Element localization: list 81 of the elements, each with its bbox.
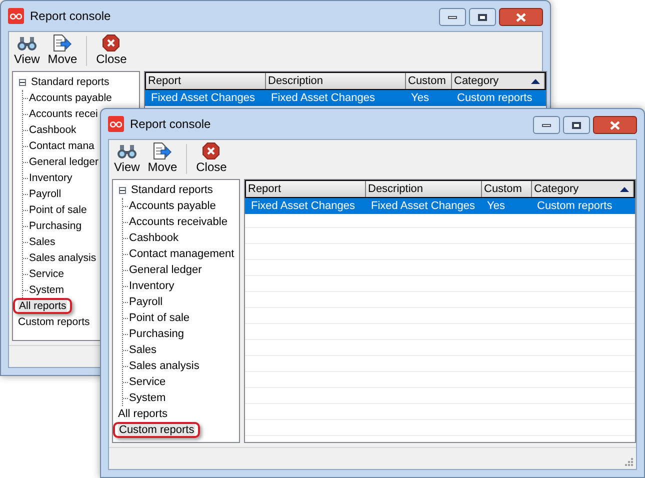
tree-item[interactable]: All reports	[18, 300, 68, 312]
tree-item[interactable]: Contact mana	[28, 138, 96, 154]
tree-item[interactable]: Cashbook	[28, 122, 78, 138]
tree-item[interactable]: Payroll	[128, 294, 164, 310]
column-header[interactable]: Description	[366, 181, 482, 197]
table-cell-text: Yes	[486, 199, 506, 214]
table-cell-text: Fixed Asset Changes	[150, 91, 256, 106]
window-title: Report console	[130, 116, 211, 133]
tree-item[interactable]: Point of sale	[28, 202, 88, 218]
tree-item[interactable]: Accounts payable	[28, 90, 113, 106]
tree-item[interactable]: Inventory	[28, 170, 74, 186]
table-cell-text: Fixed Asset Changes	[250, 199, 356, 214]
tree-item[interactable]: System	[28, 282, 66, 298]
close-icon	[610, 120, 620, 130]
tree-item[interactable]: Contact management	[128, 246, 236, 262]
tree-item[interactable]: Accounts recei	[28, 106, 99, 122]
app-logo-icon	[8, 8, 24, 24]
tree-item[interactable]: Purchasing	[28, 218, 83, 234]
window-title: Report console	[30, 8, 111, 25]
toolbar-button[interactable]: Close	[93, 34, 130, 68]
tree-item[interactable]: Service	[28, 266, 66, 282]
toolbar-button[interactable]: Move	[44, 34, 80, 68]
tree-item[interactable]: Inventory	[128, 278, 176, 294]
minimize-button[interactable]	[439, 8, 466, 26]
collapse-icon[interactable]	[19, 78, 26, 86]
table-cell-text: Fixed Asset Changes	[370, 199, 476, 214]
minimize-icon	[448, 16, 457, 18]
tree-item[interactable]: Accounts receivable	[128, 214, 228, 230]
tree-item[interactable]: Accounts payable	[128, 198, 217, 214]
tree-item[interactable]: Point of sale	[128, 310, 191, 326]
tree-item[interactable]: Payroll	[28, 186, 62, 202]
table-cell-text: Yes	[410, 91, 430, 106]
tree-item[interactable]: All reports	[117, 406, 169, 422]
minimize-icon	[542, 124, 551, 126]
table-row[interactable]: Fixed Asset Changes Fixed Asset Changes Yes Custom reports	[245, 198, 635, 214]
tree-item[interactable]: Custom reports	[17, 314, 91, 330]
tree-item[interactable]: Cashbook	[128, 230, 180, 246]
tree-item[interactable]: Sales	[128, 342, 158, 358]
app-logo-icon	[108, 116, 124, 132]
toolbar-button[interactable]: View	[111, 144, 143, 176]
table-row[interactable]: Fixed Asset Changes Fixed Asset Changes Yes Custom reports	[145, 90, 546, 106]
close-icon	[516, 12, 526, 22]
maximize-button[interactable]	[563, 116, 590, 134]
binoculars-icon	[16, 36, 37, 52]
column-header[interactable]: Category	[452, 73, 545, 89]
document-arrow-icon	[152, 142, 172, 160]
document-arrow-icon	[52, 34, 72, 52]
toolbar-button[interactable]: View	[11, 36, 43, 68]
tree-item[interactable]: Sales	[28, 234, 56, 250]
minimize-button[interactable]	[533, 116, 560, 134]
collapse-icon[interactable]	[119, 186, 126, 194]
tree-item[interactable]: Custom reports	[118, 424, 196, 436]
column-header[interactable]: Category	[532, 181, 634, 197]
toolbar-button[interactable]: Close	[193, 142, 230, 176]
close-icon	[202, 142, 220, 160]
tree-item[interactable]: Standard reports	[130, 182, 214, 198]
maximize-button[interactable]	[469, 8, 496, 26]
tree-item[interactable]: Sales analysis	[128, 358, 200, 374]
tree-item[interactable]: General ledger	[128, 262, 203, 278]
tree-item[interactable]: System	[128, 390, 167, 406]
close-button[interactable]	[593, 116, 637, 134]
table-cell-text: Custom reports	[456, 91, 534, 106]
binoculars-icon	[116, 144, 137, 160]
tree-item[interactable]: Service	[128, 374, 167, 390]
close-icon	[102, 34, 120, 52]
column-header[interactable]: Report	[146, 73, 266, 89]
column-header[interactable]: Description	[266, 73, 406, 89]
tree-item[interactable]: Purchasing	[128, 326, 186, 342]
sort-ascending-icon	[620, 186, 629, 192]
table-cell-text: Fixed Asset Changes	[270, 91, 376, 106]
maximize-icon	[478, 14, 487, 20]
resize-grip-icon	[623, 456, 633, 466]
close-button[interactable]	[499, 8, 543, 26]
tree-item[interactable]: Standard reports	[30, 74, 110, 90]
tree-item[interactable]: General ledger	[28, 154, 100, 170]
sort-ascending-icon	[531, 78, 540, 84]
column-header[interactable]: Report	[246, 181, 366, 197]
toolbar-button[interactable]: Move	[144, 142, 180, 176]
tree-item[interactable]: Sales analysis	[28, 250, 98, 266]
maximize-icon	[572, 122, 581, 128]
table-cell-text: Custom reports	[536, 199, 614, 214]
